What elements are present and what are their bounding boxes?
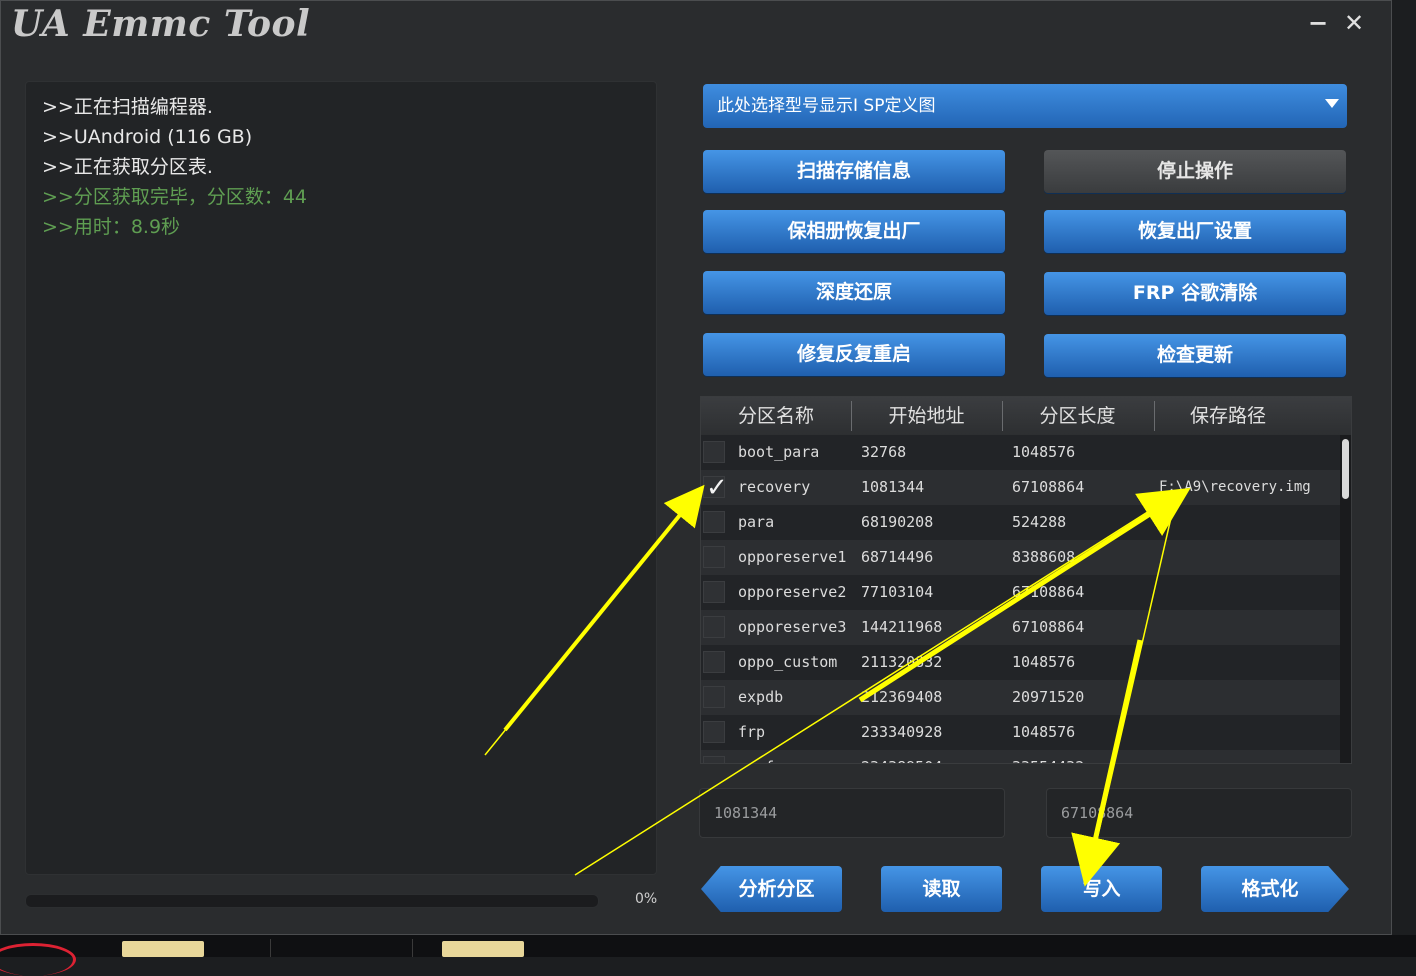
check-icon: ✓ — [706, 473, 728, 503]
folder-icon[interactable] — [122, 941, 204, 957]
app-title: UA Emmc Tool — [11, 3, 311, 45]
partition-start: 234389504 — [861, 750, 942, 763]
partition-name: opporeserve3 — [738, 618, 847, 636]
progress-bar — [25, 894, 599, 908]
partition-length: 1048576 — [1012, 723, 1076, 741]
taskbar-divider — [412, 939, 413, 957]
partition-name: para — [738, 513, 775, 531]
deep-restore-button[interactable]: 深度还原 — [703, 271, 1005, 314]
column-header-path[interactable]: 保存路径 — [1154, 397, 1302, 435]
column-header-length[interactable]: 分区长度 — [1002, 397, 1153, 435]
table-row[interactable]: oppo_custom 211320832 1048576 — [701, 645, 1341, 680]
partition-start: 144211968 — [861, 618, 943, 636]
table-row[interactable]: boot_para 32768 1048576 — [701, 435, 1341, 470]
factory-reset-button[interactable]: 恢复出厂设置 — [1044, 210, 1346, 253]
partition-start: 77103104 — [861, 583, 934, 601]
partition-name: frp — [738, 723, 766, 741]
partition-name: opporeserve2 — [738, 583, 847, 601]
log-line: >>正在获取分区表. — [42, 156, 213, 178]
format-button[interactable]: 格式化 — [1201, 866, 1349, 912]
row-checkbox[interactable] — [703, 721, 725, 743]
scan-storage-button[interactable]: 扫描存储信息 — [703, 150, 1005, 193]
log-line: >>UAndroid (116 GB) — [42, 126, 253, 148]
chevron-down-icon — [1325, 99, 1339, 108]
progress-label: 0% — [635, 891, 658, 907]
partition-name: boot_para — [738, 443, 820, 461]
partition-name: recovery — [738, 478, 811, 496]
partition-start: 32768 — [861, 443, 907, 461]
row-checkbox[interactable] — [703, 581, 725, 603]
table-scrollbar[interactable] — [1340, 435, 1351, 763]
row-checkbox[interactable]: ✓ — [703, 473, 728, 503]
partition-path: F:\A9\recovery.img — [1159, 479, 1311, 495]
partition-name: nvcfg — [738, 750, 783, 763]
stop-button[interactable]: 停止操作 — [1044, 150, 1346, 193]
partition-length: 524288 — [1012, 513, 1067, 531]
row-checkbox[interactable] — [703, 546, 725, 568]
read-button[interactable]: 读取 — [881, 866, 1002, 912]
partition-table: 分区名称 开始地址 分区长度 保存路径 boot_para 32768 1048… — [700, 396, 1352, 764]
partition-length: 33554432 — [1012, 750, 1084, 763]
partition-length: 20971520 — [1012, 688, 1085, 706]
table-row[interactable]: ✓ recovery 1081344 67108864 F:\A9\recove… — [701, 470, 1341, 505]
minimize-button[interactable]: − — [1303, 7, 1333, 39]
partition-start: 211320832 — [861, 653, 943, 671]
partition-name: oppo_custom — [738, 653, 838, 671]
log-line: >>用时：8.9秒 — [42, 216, 181, 238]
column-header-start[interactable]: 开始地址 — [851, 397, 1002, 435]
log-line: >>正在扫描编程器. — [42, 96, 213, 118]
table-row[interactable]: opporeserve3 144211968 67108864 — [701, 610, 1341, 645]
table-row[interactable]: opporeserve1 68714496 8388608 — [701, 540, 1341, 575]
partition-length: 1048576 — [1012, 653, 1076, 671]
browser-icon[interactable] — [0, 943, 76, 976]
partition-name: expdb — [738, 688, 784, 706]
partition-length: 1048576 — [1012, 443, 1076, 461]
table-row[interactable]: frp 233340928 1048576 — [701, 715, 1341, 750]
partition-start: 68714496 — [861, 548, 934, 566]
table-row[interactable]: opporeserve2 77103104 67108864 — [701, 575, 1341, 610]
write-button[interactable]: 写入 — [1041, 866, 1162, 912]
log-line: >>分区获取完毕，分区数：44 — [42, 186, 308, 208]
partition-start: 68190208 — [861, 513, 934, 531]
row-checkbox[interactable] — [703, 616, 725, 638]
model-select-label: 此处选择型号显示I SP定义图 — [717, 96, 936, 116]
row-checkbox[interactable] — [703, 441, 725, 463]
scrollbar-thumb[interactable] — [1342, 439, 1349, 499]
row-checkbox[interactable] — [703, 686, 725, 708]
row-checkbox[interactable] — [703, 651, 725, 673]
column-header-name[interactable]: 分区名称 — [701, 397, 851, 435]
partition-start: 1081344 — [861, 478, 925, 496]
folder-icon[interactable] — [442, 941, 524, 957]
log-panel: >>正在扫描编程器. >>UAndroid (116 GB) >>正在获取分区表… — [25, 81, 657, 875]
check-update-button[interactable]: 检查更新 — [1044, 334, 1346, 377]
taskbar — [0, 935, 1416, 976]
partition-name: opporeserve1 — [738, 548, 847, 566]
app-window: UA Emmc Tool − ✕ >>正在扫描编程器. >>UAndroid (… — [0, 0, 1392, 935]
table-row[interactable]: nvcfg 234389504 33554432 — [701, 750, 1341, 763]
partition-length: 67108864 — [1012, 618, 1085, 636]
row-checkbox[interactable] — [703, 511, 725, 533]
analyze-partitions-button[interactable]: 分析分区 — [701, 866, 842, 912]
partition-length: 8388608 — [1012, 548, 1076, 566]
partition-length-field[interactable]: 67108864 — [1046, 788, 1352, 838]
keep-photos-reset-button[interactable]: 保相册恢复出厂 — [703, 210, 1005, 253]
taskbar-divider — [270, 939, 271, 957]
table-row[interactable]: expdb 212369408 20971520 — [701, 680, 1341, 715]
table-header: 分区名称 开始地址 分区长度 保存路径 — [701, 397, 1351, 436]
close-button[interactable]: ✕ — [1339, 7, 1369, 39]
partition-start: 233340928 — [861, 723, 943, 741]
partition-length: 67108864 — [1012, 478, 1085, 496]
partition-length: 67108864 — [1012, 583, 1085, 601]
table-row[interactable]: para 68190208 524288 — [701, 505, 1341, 540]
start-address-field[interactable]: 1081344 — [699, 788, 1005, 838]
frp-clear-button[interactable]: FRP 谷歌清除 — [1044, 272, 1346, 315]
row-checkbox[interactable] — [703, 756, 725, 763]
model-select[interactable]: 此处选择型号显示I SP定义图 — [703, 84, 1347, 128]
partition-start: 212369408 — [861, 688, 943, 706]
fix-bootloop-button[interactable]: 修复反复重启 — [703, 333, 1005, 376]
